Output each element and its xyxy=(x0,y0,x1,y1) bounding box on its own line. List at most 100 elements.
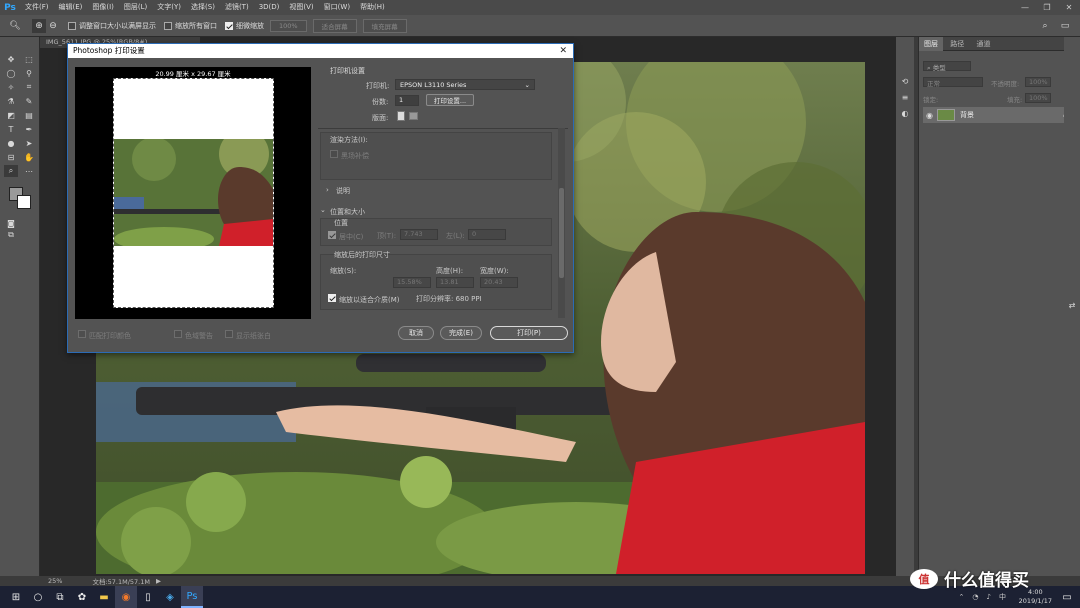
fill-field[interactable]: 100% xyxy=(1025,93,1051,103)
fit-screen-button[interactable]: 适合屏幕 xyxy=(312,18,357,33)
menu-type[interactable]: 文字(Y) xyxy=(152,0,186,15)
resize-windows-checkbox[interactable]: 调整窗口大小以满屏显示 xyxy=(68,21,156,31)
path-select-icon[interactable]: ➤ xyxy=(22,137,36,149)
done-button[interactable]: 完成(E) xyxy=(440,326,482,340)
menu-edit[interactable]: 编辑(E) xyxy=(54,0,88,15)
ime-indicator[interactable]: 中 xyxy=(999,592,1006,602)
type-tool-icon[interactable]: T xyxy=(4,123,18,135)
opacity-field[interactable]: 100% xyxy=(1025,77,1051,87)
adjustments-icon[interactable]: ◐ xyxy=(898,107,912,119)
brush-tool-icon[interactable]: ✎ xyxy=(22,95,36,107)
menu-filter[interactable]: 滤镜(T) xyxy=(220,0,254,15)
fill-screen-button[interactable]: 填充屏幕 xyxy=(362,18,407,33)
zoom-out-icon[interactable]: ⊖ xyxy=(46,19,60,33)
more-tools-icon[interactable]: ⋯ xyxy=(22,165,36,177)
black-point-option[interactable]: 黑场补偿 xyxy=(330,150,369,161)
history-icon[interactable]: ⟲ xyxy=(898,75,912,87)
tray-icon[interactable]: ⌃ xyxy=(959,593,965,601)
landscape-layout-icon[interactable] xyxy=(409,112,418,120)
scale-field[interactable]: 15.58% xyxy=(393,277,431,288)
quick-select-icon[interactable]: ⚲ xyxy=(22,67,36,79)
quick-mask-icon[interactable]: ◙ xyxy=(4,217,18,229)
properties-icon[interactable]: ≡ xyxy=(898,91,912,103)
menu-file[interactable]: 文件(F) xyxy=(20,0,54,15)
minimize-icon[interactable]: — xyxy=(1014,0,1036,15)
pen-tool-icon[interactable]: ✒ xyxy=(22,123,36,135)
browser-icon[interactable]: ◉ xyxy=(115,586,137,608)
portrait-layout-icon[interactable] xyxy=(397,111,405,121)
notification-icon[interactable]: ▭ xyxy=(1056,586,1078,608)
eye-icon[interactable]: ◉ xyxy=(926,111,933,120)
magic-wand-icon[interactable]: ✧ xyxy=(4,81,18,93)
hand-tool-icon[interactable]: ✋ xyxy=(22,151,36,163)
tab-channels[interactable]: 通道 xyxy=(971,37,995,51)
position-chevron-icon[interactable]: ⌄ xyxy=(320,206,326,214)
width-field[interactable]: 20.43 xyxy=(480,277,518,288)
status-arrow-icon[interactable]: ▶ xyxy=(156,577,161,585)
volume-icon[interactable]: ♪ xyxy=(987,593,991,601)
menu-help[interactable]: 帮助(H) xyxy=(355,0,390,15)
photoshop-taskbar-icon[interactable]: Ps xyxy=(181,586,203,608)
panel-expand-icon[interactable]: ⇄ xyxy=(1065,299,1079,311)
menu-window[interactable]: 窗口(W) xyxy=(319,0,355,15)
scale-to-fit-option[interactable]: 缩放以适合介质(M) xyxy=(328,294,400,305)
scrollbar-thumb[interactable] xyxy=(559,188,564,278)
menu-3d[interactable]: 3D(D) xyxy=(254,0,285,15)
menu-view[interactable]: 视图(V) xyxy=(284,0,318,15)
blend-mode-select[interactable]: 正常 xyxy=(923,77,983,88)
restore-icon[interactable]: ❐ xyxy=(1036,0,1058,15)
wifi-icon[interactable]: ◔ xyxy=(972,593,978,601)
match-colors-option[interactable]: 匹配打印颜色 xyxy=(78,330,131,341)
description-section[interactable]: 说明 xyxy=(336,186,350,196)
menu-select[interactable]: 选择(S) xyxy=(186,0,220,15)
center-option[interactable]: 居中(C) xyxy=(328,231,363,242)
menu-image[interactable]: 图像(I) xyxy=(87,0,119,15)
workspace-icon[interactable]: ▭ xyxy=(1058,19,1072,33)
top-field[interactable]: 7.743 xyxy=(400,229,438,240)
layer-kind-filter[interactable]: ⌕ 类型 xyxy=(923,61,971,72)
app-icon[interactable]: ◈ xyxy=(159,586,181,608)
print-button[interactable]: 打印(P) xyxy=(490,326,568,340)
background-color-swatch[interactable] xyxy=(17,195,31,209)
eyedropper-icon[interactable]: ⚗ xyxy=(4,95,18,107)
paper-white-option[interactable]: 显示纸张白 xyxy=(225,330,271,341)
zoom-in-icon[interactable]: ⊕ xyxy=(32,18,46,33)
copies-field[interactable]: 1 xyxy=(395,95,419,106)
left-field[interactable]: 0 xyxy=(468,229,506,240)
dialog-scrollbar[interactable] xyxy=(558,128,565,318)
document-icon[interactable]: ▯ xyxy=(137,586,159,608)
close-icon[interactable]: ✕ xyxy=(559,44,567,58)
ruler-tool-icon[interactable]: ⊟ xyxy=(4,151,18,163)
windows-start-icon[interactable]: ⊞ xyxy=(5,586,27,608)
eraser-tool-icon[interactable]: ◩ xyxy=(4,109,18,121)
zoom-tool-icon[interactable]: 🔍︎ xyxy=(8,19,22,33)
close-window-icon[interactable]: ✕ xyxy=(1058,0,1080,15)
move-tool-icon[interactable]: ✥ xyxy=(4,53,18,65)
height-field[interactable]: 13.81 xyxy=(436,277,474,288)
position-size-section[interactable]: 位置和大小 xyxy=(330,207,365,217)
dodge-tool-icon[interactable]: ● xyxy=(4,137,18,149)
tab-paths[interactable]: 路径 xyxy=(945,37,969,51)
search-icon[interactable]: ⌕ xyxy=(1038,19,1052,33)
zoom-100-button[interactable]: 100% xyxy=(270,19,307,32)
zoom-level[interactable]: 25% xyxy=(48,577,62,585)
lasso-tool-icon[interactable]: ◯ xyxy=(4,67,18,79)
scrubby-zoom-checkbox[interactable]: 细微缩放 xyxy=(225,21,264,31)
print-settings-button[interactable]: 打印设置... xyxy=(426,94,474,106)
search-icon[interactable]: ○ xyxy=(27,586,49,608)
printer-select[interactable]: EPSON L3110 Series ⌄ xyxy=(395,79,535,90)
app-icon[interactable]: ✿ xyxy=(71,586,93,608)
zoom-tool-active-icon[interactable]: ⌕ xyxy=(4,165,18,177)
file-explorer-icon[interactable]: ▬ xyxy=(93,586,115,608)
zoom-all-checkbox[interactable]: 缩放所有窗口 xyxy=(164,21,217,31)
cancel-button[interactable]: 取消 xyxy=(398,326,434,340)
task-view-icon[interactable]: ⧉ xyxy=(49,586,71,608)
tab-layers[interactable]: 图层 xyxy=(919,37,943,51)
crop-tool-icon[interactable]: ⌗ xyxy=(22,81,36,93)
description-chevron-icon[interactable]: › xyxy=(326,186,329,194)
screen-mode-icon[interactable]: ⧉ xyxy=(4,229,18,241)
menu-layer[interactable]: 图层(L) xyxy=(119,0,152,15)
marquee-tool-icon[interactable]: ⬚ xyxy=(22,53,36,65)
gamut-warning-option[interactable]: 色域警告 xyxy=(174,330,213,341)
gradient-tool-icon[interactable]: ▤ xyxy=(22,109,36,121)
